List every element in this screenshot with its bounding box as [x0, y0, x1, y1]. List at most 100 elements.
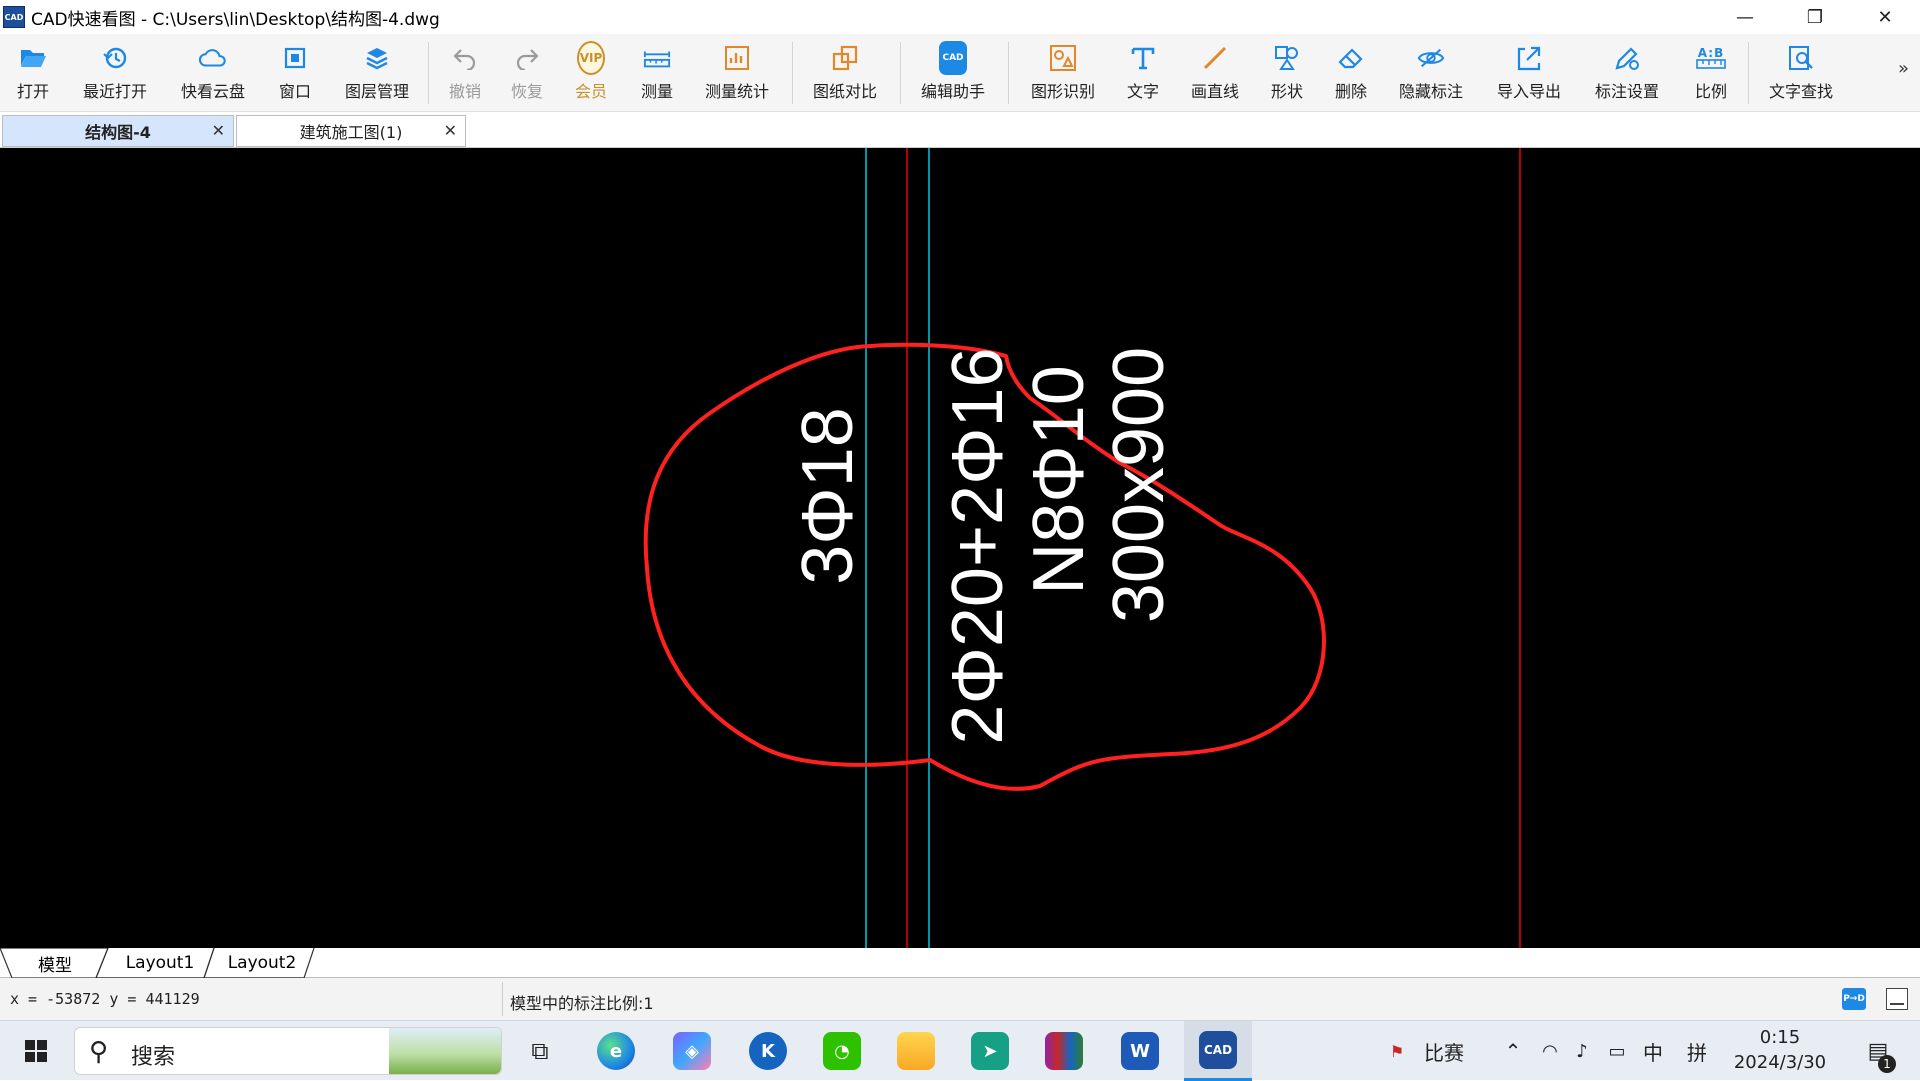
app-logo-icon: CAD	[3, 6, 25, 28]
clock-date: 2024/3/30	[1733, 1052, 1827, 1073]
taskbar-winrar[interactable]	[1036, 1021, 1092, 1081]
recent-open-button[interactable]: 最近打开	[74, 34, 156, 112]
taskbar-file-explorer[interactable]	[888, 1021, 944, 1081]
undo-button[interactable]: 撤销	[440, 34, 490, 112]
shapes-button[interactable]: 形状	[1262, 34, 1312, 112]
drawing-svg: 3Φ18 2Φ20+2Φ16 N8Φ10 300x900	[643, 148, 1521, 948]
cloud-icon	[199, 44, 227, 72]
copilot-icon: ◈	[673, 1032, 711, 1070]
scale-icon: A:B	[1696, 44, 1726, 72]
vip-button[interactable]: VIP 会员	[566, 34, 616, 112]
toolbar-separator	[1748, 42, 1749, 104]
text-search-button[interactable]: 文字查找	[1760, 34, 1842, 112]
eraser-icon	[1337, 44, 1365, 72]
annotation-settings-button[interactable]: 标注设置	[1586, 34, 1668, 112]
tab-architecture-drawing[interactable]: 建筑施工图(1) ✕	[236, 115, 466, 147]
toolbar-separator	[428, 42, 429, 104]
layout-tab-layout1[interactable]: Layout1	[110, 948, 210, 978]
tab-label: 结构图-4	[85, 123, 151, 142]
winrar-icon	[1045, 1032, 1083, 1070]
section-size-annotation: 300x900	[1099, 347, 1179, 623]
hide-annotation-button[interactable]: 隐藏标注	[1390, 34, 1472, 112]
ime-language[interactable]: 中	[1638, 1021, 1668, 1081]
draw-line-button[interactable]: 画直线	[1184, 34, 1246, 112]
notification-center[interactable]: ▤ 1	[1858, 1021, 1898, 1081]
tab-structure-4[interactable]: 结构图-4 ✕	[2, 115, 234, 147]
taskbar-search[interactable]: ⚲ 搜索	[74, 1027, 502, 1075]
cursor-coordinates: x = -53872 y = 441129	[10, 990, 200, 1008]
shapes-icon	[1273, 44, 1301, 72]
redo-button[interactable]: 恢复	[502, 34, 552, 112]
clock-time: 0:15	[1759, 1027, 1801, 1048]
layer-manager-button[interactable]: 图层管理	[336, 34, 418, 112]
tray-sports-text[interactable]: 比赛	[1414, 1021, 1474, 1081]
text-button[interactable]: 文字	[1118, 34, 1168, 112]
start-button[interactable]	[14, 1021, 58, 1081]
title-bar: CAD CAD快速看图 - C:\Users\lin\Desktop\结构图-4…	[0, 0, 1920, 34]
main-toolbar: 打开 最近打开 快看云盘 窗口 图层管理 撤销 恢复 VIP 会员 测量 测量统…	[0, 34, 1920, 112]
taskbar-k-app[interactable]: K	[740, 1021, 796, 1081]
close-button[interactable]: ✕	[1850, 0, 1920, 34]
folder-open-icon	[19, 44, 47, 72]
edit-assistant-button[interactable]: CAD 编辑助手	[912, 34, 994, 112]
toolbar-separator	[1008, 42, 1009, 104]
task-view-icon[interactable]: ⧉	[520, 1021, 560, 1081]
history-icon	[101, 44, 129, 72]
taskbar-clock[interactable]: 0:15 2024/3/30	[1720, 1027, 1840, 1073]
restore-button[interactable]: ❐	[1780, 0, 1850, 34]
show-hidden-icons-icon[interactable]: ⌃	[1498, 1021, 1528, 1081]
layout-tab-layout2[interactable]: Layout2	[212, 948, 312, 978]
taskbar-word[interactable]: W	[1112, 1021, 1168, 1081]
minimize-button[interactable]: —	[1710, 0, 1780, 34]
tab-close-icon[interactable]: ✕	[444, 121, 457, 140]
k-app-icon: K	[749, 1032, 787, 1070]
volume-icon[interactable]: ♪	[1568, 1021, 1596, 1081]
toolbar-separator	[792, 42, 793, 104]
windows-taskbar: ⚲ 搜索 ⧉ e ◈ K ◔ ➤ W CAD ⚑ 比赛 ⌃ ◠ ♪ ▭ 中 拼 …	[0, 1020, 1920, 1081]
compare-icon	[831, 44, 859, 72]
compare-button[interactable]: 图纸对比	[804, 34, 886, 112]
text-search-icon	[1787, 44, 1815, 72]
taskbar-cad-viewer[interactable]: CAD	[1184, 1021, 1252, 1081]
taskbar-edge[interactable]: e	[588, 1021, 644, 1081]
layout-tab-bar: 模型 Layout1 Layout2	[0, 948, 1920, 978]
window-button[interactable]: 窗口	[270, 34, 320, 112]
measure-stats-button[interactable]: 测量统计	[696, 34, 778, 112]
drawing-canvas[interactable]: 3Φ18 2Φ20+2Φ16 N8Φ10 300x900	[0, 148, 1920, 948]
notification-badge: 1	[1878, 1055, 1896, 1073]
status-bar: x = -53872 y = 441129 模型中的标注比例:1 P→D	[0, 978, 1920, 1020]
sports-icon[interactable]: ⚑	[1382, 1021, 1412, 1081]
search-icon: ⚲	[89, 1037, 109, 1067]
scale-button[interactable]: A:B 比例	[1686, 34, 1736, 112]
delete-button[interactable]: 删除	[1326, 34, 1376, 112]
fullscreen-icon[interactable]	[1886, 988, 1908, 1010]
edit-assistant-icon: CAD	[939, 41, 967, 75]
document-tab-bar: 结构图-4 ✕ 建筑施工图(1) ✕	[0, 112, 1920, 148]
vip-icon: VIP	[577, 41, 605, 75]
layout-tab-model[interactable]: 模型	[12, 948, 98, 978]
stirrup-annotation-n8: N8Φ10	[1019, 365, 1099, 595]
swift-app-icon: ➤	[971, 1032, 1009, 1070]
ruler-icon	[643, 44, 671, 72]
wifi-icon[interactable]: ◠	[1536, 1021, 1564, 1081]
shape-recognize-button[interactable]: 图形识别	[1022, 34, 1104, 112]
folder-icon	[897, 1032, 935, 1070]
ime-mode[interactable]: 拼	[1682, 1021, 1712, 1081]
pdf-convert-icon[interactable]: P→D	[1842, 988, 1866, 1010]
taskbar-copilot[interactable]: ◈	[664, 1021, 720, 1081]
search-highlight-illustration	[389, 1028, 501, 1074]
battery-icon[interactable]: ▭	[1602, 1021, 1632, 1081]
toolbar-overflow-button[interactable]: »	[1898, 58, 1909, 79]
taskbar-wechat[interactable]: ◔	[814, 1021, 870, 1081]
cloud-drive-button[interactable]: 快看云盘	[172, 34, 254, 112]
open-button[interactable]: 打开	[8, 34, 58, 112]
import-export-button[interactable]: 导入导出	[1488, 34, 1570, 112]
tab-close-icon[interactable]: ✕	[212, 121, 225, 140]
word-icon: W	[1121, 1032, 1159, 1070]
redo-icon	[513, 44, 541, 72]
annotation-scale-text: 模型中的标注比例:1	[510, 994, 654, 1013]
taskbar-swift-app[interactable]: ➤	[962, 1021, 1018, 1081]
window-title: CAD快速看图 - C:\Users\lin\Desktop\结构图-4.dwg	[31, 9, 440, 30]
measure-button[interactable]: 测量	[632, 34, 682, 112]
status-separator	[502, 982, 503, 1016]
